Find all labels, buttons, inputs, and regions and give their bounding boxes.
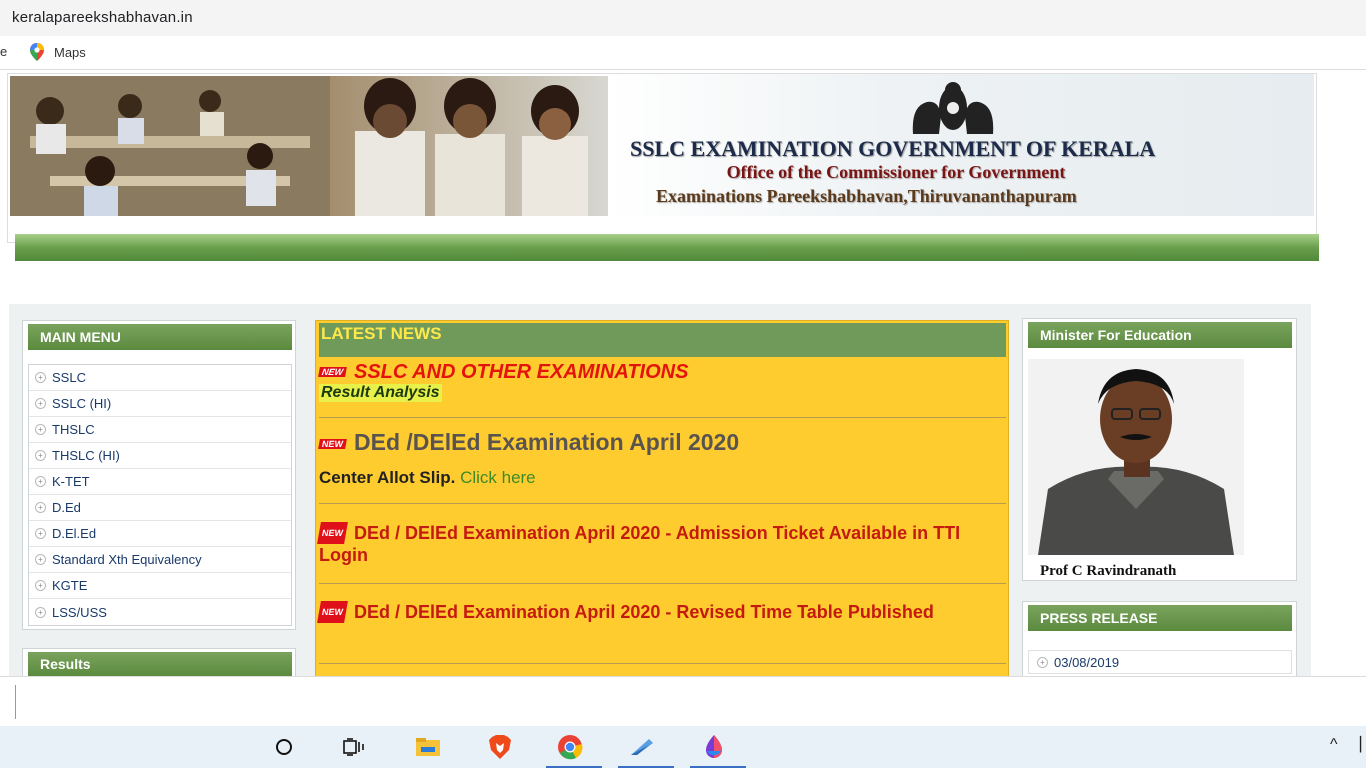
minister-header: Minister For Education: [1028, 322, 1292, 348]
results-panel: Results: [22, 648, 296, 676]
press-release-item[interactable]: + 03/08/2019: [1028, 650, 1292, 674]
plus-bullet-icon: +: [35, 450, 46, 461]
main-menu-panel: MAIN MENU + SSLC + SSLC (HI) + THSLC + THSLC…: [22, 320, 296, 630]
minister-panel: Minister For Education Prof C Ravindrana…: [1022, 318, 1297, 581]
latest-news-header: LATEST NEWS: [319, 323, 1006, 357]
menu-item-thslc[interactable]: + THSLC: [29, 417, 291, 443]
minister-photo: [1028, 359, 1244, 555]
menu-item-lss-uss[interactable]: + LSS/USS: [29, 599, 291, 625]
menu-item-ktet[interactable]: + K-TET: [29, 469, 291, 495]
menu-item-equivalency[interactable]: + Standard Xth Equivalency: [29, 547, 291, 573]
taskbar: ^ ▏: [0, 726, 1366, 768]
new-badge-icon: NEW: [317, 522, 348, 544]
site-title: SSLC EXAMINATION GOVERNMENT OF KERALA: [630, 136, 1156, 161]
download-bar: [0, 676, 1366, 726]
minister-name: Prof C Ravindranath: [1040, 563, 1177, 579]
plus-bullet-icon: +: [35, 372, 46, 383]
news-item[interactable]: NEW DEd / DElEd Examination April 2020 - …: [317, 585, 1006, 664]
plus-bullet-icon: +: [35, 398, 46, 409]
banner-title-area: SSLC EXAMINATION GOVERNMENT OF KERALA Of…: [608, 74, 1314, 216]
file-explorer-icon[interactable]: [404, 726, 452, 768]
chevron-up-icon[interactable]: ^: [1330, 736, 1338, 754]
cortana-icon[interactable]: [260, 726, 308, 768]
task-view-icon[interactable]: [330, 726, 378, 768]
nav-bar: [15, 234, 1319, 261]
divider: [15, 685, 16, 719]
results-header: Results: [28, 652, 292, 676]
site-subtitle-line2: Examinations Pareekshabhavan,Thiruvanant…: [656, 186, 1077, 206]
news-item[interactable]: NEW DEd / DElEd Examination April 2020 - …: [317, 506, 1006, 584]
chrome-icon[interactable]: [546, 726, 602, 768]
news-title[interactable]: DEd / DElEd Examination April 2020 - Adm…: [319, 523, 960, 565]
news-title: DEd /DElEd Examination April 2020: [354, 429, 740, 455]
menu-item-deled[interactable]: + D.El.Ed: [29, 521, 291, 547]
menu-item-thslc-hi[interactable]: + THSLC (HI): [29, 443, 291, 469]
plus-bullet-icon: +: [35, 528, 46, 539]
plus-bullet-icon: +: [35, 580, 46, 591]
new-badge-icon: NEW: [318, 439, 347, 449]
new-badge-icon: NEW: [318, 367, 347, 377]
main-menu-list: + SSLC + SSLC (HI) + THSLC + THSLC (HI) + K-T…: [28, 364, 292, 626]
bookmark-truncated[interactable]: e: [0, 44, 7, 59]
news-title[interactable]: DEd / DElEd Examination April 2020 - Rev…: [354, 602, 934, 622]
news-subtitle: Center Allot Slip.: [319, 468, 456, 487]
paint3d-icon[interactable]: [690, 726, 746, 768]
maps-icon: [30, 43, 44, 61]
press-release-panel: PRESS RELEASE + 03/08/2019: [1022, 601, 1297, 676]
bookmark-label: Maps: [54, 44, 86, 60]
bookmarks-bar: e Maps: [0, 36, 1366, 70]
news-item: NEW DEd /DElEd Examination April 2020 Cen…: [318, 419, 1006, 504]
menu-item-ded[interactable]: + D.Ed: [29, 495, 291, 521]
tray-edge-icon[interactable]: ▏: [1360, 736, 1366, 753]
new-badge-icon: NEW: [317, 601, 348, 623]
kerala-emblem-icon: [912, 82, 994, 134]
plus-bullet-icon: +: [35, 606, 46, 618]
site-banner: SSLC EXAMINATION GOVERNMENT OF KERALA Of…: [7, 73, 1319, 261]
menu-item-kgte[interactable]: + KGTE: [29, 573, 291, 599]
plus-bullet-icon: +: [35, 502, 46, 513]
address-bar[interactable]: keralapareekshabhavan.in: [0, 0, 1366, 36]
main-menu-header: MAIN MENU: [28, 324, 292, 350]
plus-bullet-icon: +: [1037, 656, 1048, 668]
banner-photo: [10, 76, 610, 216]
content-area: MAIN MENU + SSLC + SSLC (HI) + THSLC + THSLC…: [9, 304, 1311, 676]
url-text[interactable]: keralapareekshabhavan.in: [12, 9, 193, 26]
news-subtitle[interactable]: Result Analysis: [319, 384, 442, 402]
plus-bullet-icon: +: [35, 424, 46, 435]
snip-icon[interactable]: [618, 726, 674, 768]
brave-icon[interactable]: [476, 726, 524, 768]
press-release-header: PRESS RELEASE: [1028, 605, 1292, 631]
plus-bullet-icon: +: [35, 476, 46, 487]
plus-bullet-icon: +: [35, 554, 46, 565]
bookmark-maps[interactable]: Maps: [30, 43, 86, 61]
menu-item-sslc-hi[interactable]: + SSLC (HI): [29, 391, 291, 417]
menu-item-sslc[interactable]: + SSLC: [29, 365, 291, 391]
latest-news-panel: LATEST NEWS NEW SSLC AND OTHER EXAMINATIO…: [315, 320, 1009, 676]
web-page: SSLC EXAMINATION GOVERNMENT OF KERALA Of…: [0, 71, 1366, 676]
press-release-date: 03/08/2019: [1054, 654, 1120, 670]
site-subtitle-line1: Office of the Commissioner for Governmen…: [726, 162, 1066, 182]
news-title[interactable]: SSLC AND OTHER EXAMINATIONS: [354, 361, 688, 383]
click-here-link[interactable]: Click here: [460, 468, 536, 487]
news-item[interactable]: NEW SSLC AND OTHER EXAMINATIONS Result An…: [318, 361, 1006, 418]
